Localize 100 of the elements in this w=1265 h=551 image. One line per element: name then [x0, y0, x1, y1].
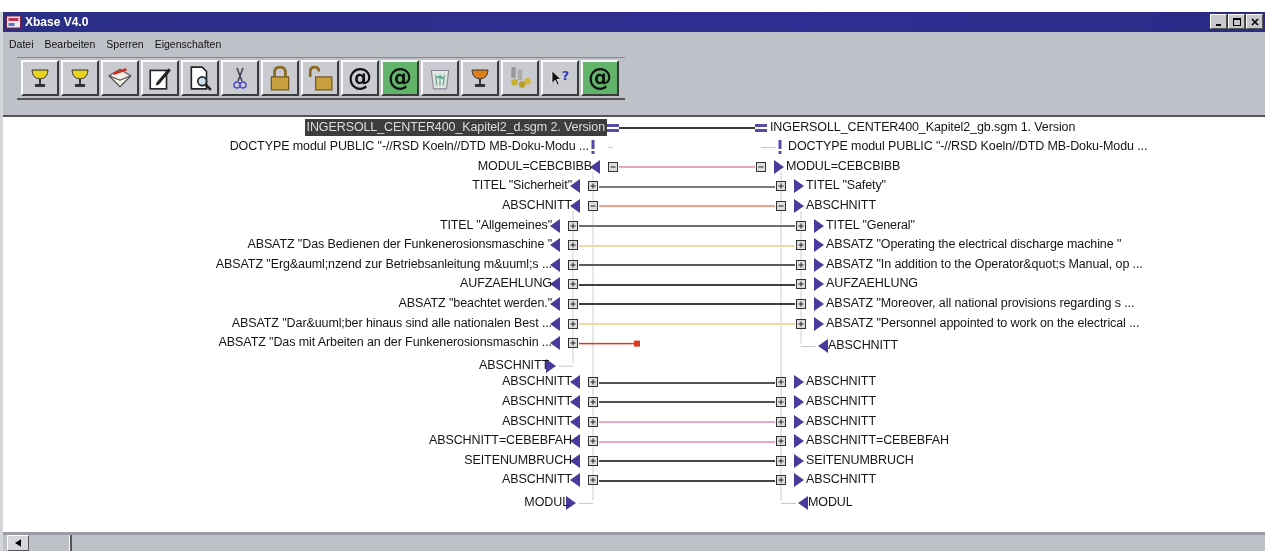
triangle-icon — [814, 238, 824, 253]
element-label[interactable]: ABSCHNITT — [502, 373, 572, 391]
menu-item[interactable]: Sperren — [106, 37, 144, 50]
tree-toggle[interactable] — [796, 299, 806, 310]
menu-item[interactable]: Datei — [9, 37, 34, 50]
tree-toggle[interactable] — [568, 299, 578, 310]
element-label[interactable]: ABSCHNITT — [806, 197, 876, 215]
tree-toggle[interactable] — [588, 416, 598, 427]
element-label[interactable]: ABSATZ "Erg&auml;nzend zur Betriebsanleitung m&uuml;s ... — [215, 255, 552, 273]
toolbar-button[interactable] — [421, 59, 459, 96]
element-label[interactable]: ABSATZ "Personnel appointed to work on the electrical ... — [826, 314, 1140, 332]
tree-toggle[interactable] — [776, 377, 786, 388]
triangle-icon — [798, 496, 808, 511]
element-label[interactable]: AUFZAEHLUNG — [826, 275, 918, 293]
element-label[interactable]: ABSCHNITT=CEBEBFAH — [806, 432, 950, 450]
tree-toggle[interactable] — [588, 475, 598, 486]
at-sign-button[interactable]: @ — [581, 59, 619, 96]
tree-toggle[interactable] — [776, 436, 786, 447]
toolbar-button[interactable] — [461, 59, 499, 96]
element-label[interactable]: ABSATZ "In addition to the Operator&quot;s Manual, op ... — [826, 255, 1143, 273]
triangle-icon — [570, 199, 580, 214]
element-label[interactable]: SEITENUMBRUCH — [806, 451, 914, 469]
tree-toggle[interactable] — [776, 201, 786, 212]
element-label[interactable]: ABSCHNITT — [806, 471, 876, 489]
element-label[interactable]: ABSCHNITT — [502, 412, 572, 430]
element-label[interactable]: ABSCHNITT — [806, 393, 876, 411]
tree-toggle[interactable] — [796, 240, 806, 251]
tree-toggle[interactable] — [796, 220, 806, 231]
tree-toggle[interactable] — [796, 259, 806, 270]
tree-toggle[interactable] — [588, 397, 598, 408]
tree-toggle[interactable] — [776, 397, 786, 408]
document-title[interactable]: INGERSOLL_CENTER400_Kapitel2_d.sgm 2. Version — [304, 118, 607, 136]
at-sign-button[interactable]: @ — [341, 59, 379, 96]
toolbar-button[interactable] — [61, 59, 99, 96]
toolbar-button[interactable] — [181, 59, 219, 96]
triangle-icon — [794, 434, 804, 449]
element-label[interactable]: SEITENUMBRUCH — [464, 451, 572, 469]
element-label[interactable]: ABSATZ "Moreover, all national provisions regarding s ... — [826, 295, 1135, 313]
element-label[interactable]: ABSATZ "Das Bedienen der Funkenerosionsmaschine " — [247, 236, 552, 254]
element-label[interactable]: ABSCHNITT — [502, 471, 572, 489]
element-label[interactable]: TITEL "Sicherheit" — [472, 177, 572, 195]
toolbar-button[interactable] — [501, 59, 539, 96]
at-sign-button[interactable]: @ — [381, 59, 419, 96]
element-label[interactable]: ABSCHNITT=CEBEBFAH — [428, 432, 572, 450]
tree-toggle[interactable] — [608, 161, 618, 172]
toolbar-button[interactable] — [101, 59, 139, 96]
tree-toggle[interactable] — [568, 279, 578, 290]
element-label[interactable]: ABSCHNITT — [502, 197, 572, 215]
scroll-thumb[interactable] — [69, 535, 72, 551]
tree-toggle[interactable] — [756, 161, 766, 172]
element-label[interactable]: ABSATZ "Das mit Arbeiten an der Funkenerosionsmaschin ... — [218, 334, 552, 352]
toolbar-button[interactable] — [261, 59, 299, 96]
toolbar-button[interactable] — [21, 59, 59, 96]
element-label[interactable]: ABSCHNITT — [806, 373, 876, 391]
document-title[interactable]: INGERSOLL_CENTER400_Kapitel2_gb.sgm 1. Version — [770, 118, 1076, 136]
menu-item[interactable]: Eigenschaften — [154, 37, 222, 50]
padlock-open-icon — [307, 64, 333, 91]
tree-toggle[interactable] — [588, 377, 598, 388]
end-tag-label: ABSCHNITT — [828, 337, 898, 355]
window-title: Xbase V4.0 — [25, 14, 89, 29]
element-label[interactable]: TITEL "General" — [826, 216, 915, 234]
help-button[interactable]: ? — [541, 59, 579, 96]
tree-toggle[interactable] — [776, 475, 786, 486]
element-label[interactable]: TITEL "Allgemeines" — [439, 216, 552, 234]
element-label[interactable]: ABSATZ "Operating the electrical discharge machine " — [826, 236, 1122, 254]
tree-toggle[interactable] — [776, 416, 786, 427]
toolbar-button[interactable] — [221, 59, 259, 96]
minimize-button[interactable] — [1210, 14, 1227, 30]
tree-toggle[interactable] — [568, 318, 578, 329]
element-label[interactable]: AUFZAEHLUNG — [460, 275, 552, 293]
maximize-button[interactable] — [1228, 14, 1245, 30]
end-tag-label: MODUL — [808, 494, 853, 512]
element-label[interactable]: ABSCHNITT — [806, 412, 876, 430]
toolbar-button[interactable] — [301, 59, 339, 96]
exclamation-icon — [778, 140, 782, 155]
element-label[interactable]: MODUL=CEBCBIBB — [786, 157, 901, 175]
element-label[interactable]: ABSATZ "beachtet werden." — [398, 295, 552, 313]
element-label[interactable]: TITEL "Safety" — [806, 177, 886, 195]
triangle-icon — [794, 395, 804, 410]
tree-toggle[interactable] — [776, 181, 786, 192]
tree-toggle[interactable] — [588, 181, 598, 192]
close-button[interactable] — [1246, 14, 1263, 30]
tree-toggle[interactable] — [568, 259, 578, 270]
menu-item[interactable]: Bearbeiten — [44, 37, 96, 50]
element-label[interactable]: ABSCHNITT — [502, 393, 572, 411]
tree-toggle[interactable] — [796, 318, 806, 329]
tree-toggle[interactable] — [796, 279, 806, 290]
tree-toggle[interactable] — [568, 338, 578, 349]
element-label[interactable]: ABSATZ "Dar&uuml;ber hinaus sind alle nationalen Best ... — [231, 314, 552, 332]
tree-toggle[interactable] — [776, 455, 786, 466]
element-label[interactable]: MODUL=CEBCBIBB — [477, 157, 592, 175]
tree-toggle[interactable] — [588, 455, 598, 466]
scroll-left-button[interactable] — [7, 535, 29, 551]
tree-toggle[interactable] — [588, 201, 598, 212]
tree-toggle[interactable] — [568, 220, 578, 231]
horizontal-scrollbar[interactable] — [3, 532, 1265, 551]
maximize-icon — [1231, 16, 1242, 27]
toolbar-button[interactable] — [141, 59, 179, 96]
tree-toggle[interactable] — [588, 436, 598, 447]
tree-toggle[interactable] — [568, 240, 578, 251]
